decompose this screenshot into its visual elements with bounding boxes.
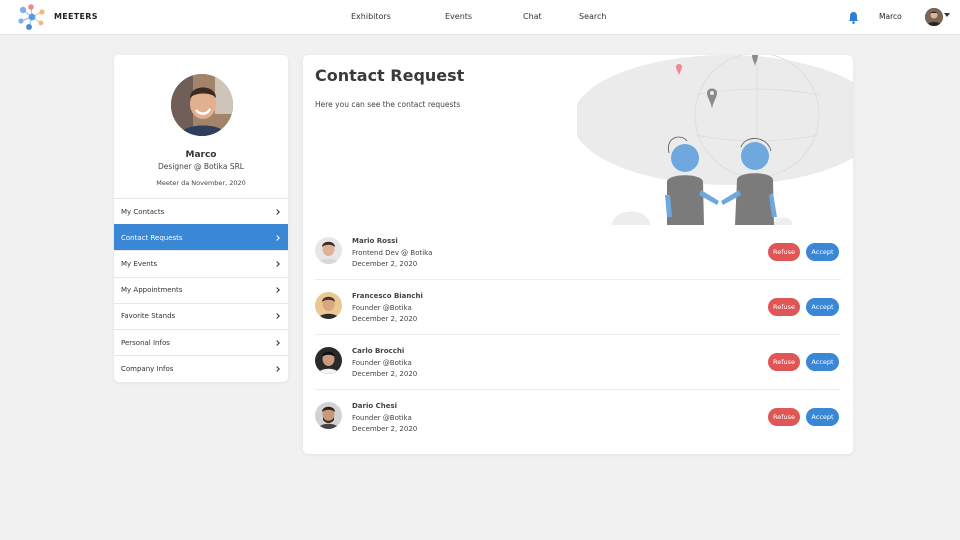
refuse-button[interactable]: Refuse [768, 298, 800, 316]
contact-name: Mario Rossi [352, 237, 398, 245]
accept-button[interactable]: Accept [806, 298, 839, 316]
contact-request-list: Mario Rossi Frontend Dev @ Botika Decemb… [315, 225, 841, 445]
contact-role: Founder @Botika [352, 414, 412, 422]
chevron-right-icon [274, 261, 280, 267]
user-menu-caret-icon[interactable] [944, 13, 950, 17]
sidebar-item-label: Favorite Stands [121, 312, 176, 321]
sidebar-item-favorite-stands[interactable]: Favorite Stands [114, 302, 288, 329]
chevron-right-icon [274, 339, 280, 346]
handshake-illustration [577, 55, 853, 225]
avatar [315, 347, 342, 374]
profile-sidebar: Marco Designer @ Botika SRL Meeter da No… [114, 55, 288, 382]
chevron-right-icon [274, 287, 280, 293]
nav-link-events[interactable]: Events [445, 12, 472, 21]
sidebar-item-my-contacts[interactable]: My Contacts [114, 198, 288, 224]
sidebar-item-label: Contact Requests [121, 233, 183, 242]
contact-date: December 2, 2020 [352, 315, 418, 323]
contact-name: Dario Chesi [352, 402, 398, 410]
accept-button[interactable]: Accept [806, 353, 839, 371]
list-item: Dario Chesi Founder @Botika December 2, … [315, 390, 841, 445]
sidebar-item-company-infos[interactable]: Company Infos [114, 355, 288, 381]
sidebar-item-label: Personal Infos [121, 338, 170, 347]
accept-button[interactable]: Accept [806, 243, 839, 261]
user-avatar[interactable] [925, 8, 943, 26]
contact-name: Carlo Brocchi [352, 347, 405, 355]
user-name[interactable]: Marco [879, 12, 902, 21]
contact-date: December 2, 2020 [352, 425, 418, 433]
refuse-button[interactable]: Refuse [768, 243, 800, 261]
chevron-right-icon [274, 313, 280, 320]
contact-requests-panel: Contact Request Here you can see the con… [303, 55, 853, 454]
profile-role: Designer @ Botika SRL [158, 162, 244, 171]
contact-name: Francesco Bianchi [352, 292, 423, 300]
chevron-right-icon [274, 208, 280, 215]
sidebar-item-label: My Contacts [121, 207, 165, 216]
sidebar-item-my-appointments[interactable]: My Appointments [114, 276, 288, 303]
contact-date: December 2, 2020 [352, 370, 418, 378]
refuse-button[interactable]: Refuse [768, 353, 800, 371]
sidebar-item-contact-requests[interactable]: Contact Requests [114, 224, 288, 251]
contact-role: Founder @Botika [352, 304, 412, 312]
nav-link-search[interactable]: Search [579, 12, 606, 21]
top-navbar: MEETERS Exhibitors Events Chat Search Ma… [0, 0, 960, 35]
contact-date: December 2, 2020 [352, 260, 418, 268]
list-item: Francesco Bianchi Founder @Botika Decemb… [315, 280, 841, 335]
nav-link-chat[interactable]: Chat [523, 12, 542, 21]
sidebar-item-label: Company Infos [121, 364, 174, 373]
list-item: Mario Rossi Frontend Dev @ Botika Decemb… [315, 225, 841, 280]
list-item: Carlo Brocchi Founder @Botika December 2… [315, 335, 841, 390]
page-subtitle: Here you can see the contact requests [315, 100, 461, 109]
accept-button[interactable]: Accept [806, 408, 839, 426]
page-title: Contact Request [315, 66, 465, 85]
network-dots-icon[interactable] [17, 4, 47, 31]
profile-member-since: Meeter da November, 2020 [156, 179, 246, 187]
bell-icon[interactable] [848, 11, 859, 24]
avatar [315, 402, 342, 429]
avatar [315, 292, 342, 319]
chevron-right-icon [274, 365, 280, 372]
refuse-button[interactable]: Refuse [768, 408, 800, 426]
contact-role: Founder @Botika [352, 359, 412, 367]
nav-link-exhibitors[interactable]: Exhibitors [351, 12, 391, 21]
profile-avatar [171, 74, 233, 136]
sidebar-menu: My Contacts Contact Requests My Events M… [114, 198, 288, 381]
contact-role: Frontend Dev @ Botika [352, 249, 433, 257]
sidebar-item-my-events[interactable]: My Events [114, 250, 288, 276]
sidebar-item-personal-infos[interactable]: Personal Infos [114, 328, 288, 355]
brand-name[interactable]: MEETERS [54, 12, 98, 21]
sidebar-item-label: My Events [121, 259, 158, 268]
avatar [315, 237, 342, 264]
profile-name: Marco [185, 150, 217, 160]
chevron-right-icon [274, 234, 280, 241]
sidebar-item-label: My Appointments [121, 286, 183, 295]
